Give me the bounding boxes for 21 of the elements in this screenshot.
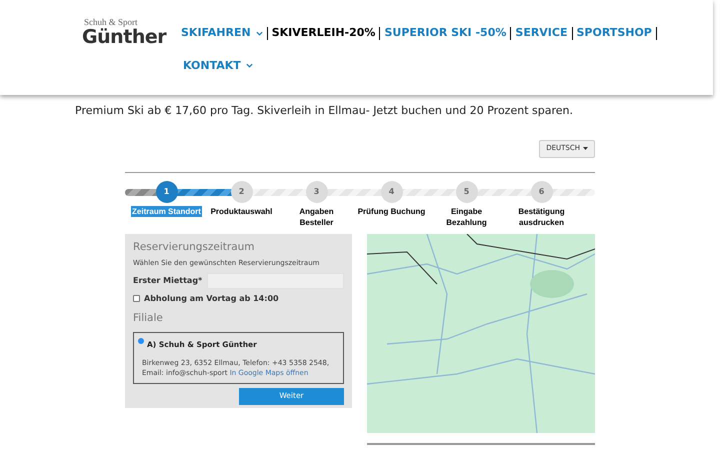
logo[interactable]: Schuh & Sport Günther (82, 17, 166, 49)
radio-button[interactable] (138, 338, 144, 344)
step-label: Angaben Besteller (298, 206, 335, 228)
nav-link[interactable]: SPORTSHOP (576, 25, 652, 42)
section-heading: Filiale (133, 310, 164, 326)
nav-link[interactable]: SKIVERLEIH-20% (272, 25, 376, 42)
step-label: Prüfung Buchung (356, 206, 426, 216)
caret-icon (583, 147, 588, 150)
step-label: Bestätigung ausdrucken (517, 206, 566, 228)
tagline: Premium Ski ab € 17,60 pro Tag. Skiverleih in Ellmau- Jetzt buchen und 20 Prozent sparen. (75, 103, 574, 119)
checkbox[interactable] (133, 295, 140, 302)
nav-link[interactable]: KONTAKT (183, 58, 241, 74)
checkbox-label: Abholung am Vortag ab 14:00 (144, 292, 279, 305)
step-label: Eingabe Bezahlung (445, 206, 488, 228)
section-heading: Reservierungszeitraum (133, 240, 256, 254)
field-label: Erster Miettag* (133, 274, 204, 287)
nav-link[interactable]: SERVICE (515, 25, 568, 42)
step-label: Produktauswahl (210, 206, 274, 216)
nav-link[interactable]: SKIFAHREN (181, 25, 251, 42)
step-label: Zeitraum Standort (131, 206, 202, 216)
nav-link[interactable]: SUPERIOR SKI -50% (384, 25, 506, 42)
